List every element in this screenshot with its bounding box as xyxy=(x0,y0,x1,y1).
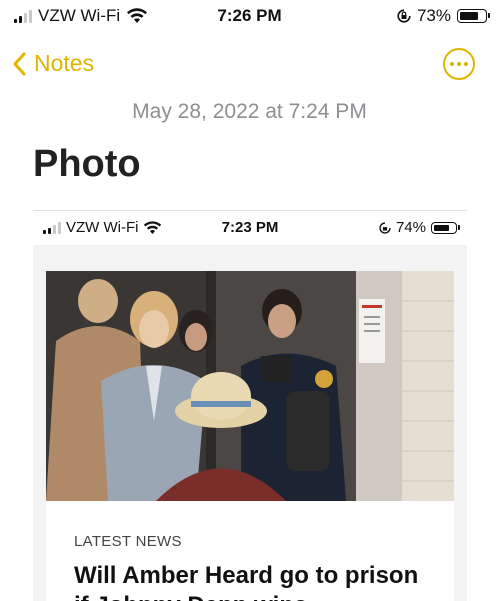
back-button[interactable]: Notes xyxy=(10,50,94,77)
news-photo xyxy=(46,271,454,501)
note-title[interactable]: Photo xyxy=(33,143,141,186)
photo-status-right: 74% xyxy=(379,219,460,236)
photo-battery-icon xyxy=(431,221,460,234)
news-article-card: LATEST NEWS Will Amber Heard go to priso… xyxy=(46,271,454,601)
orientation-lock-icon xyxy=(397,9,411,23)
note-date: May 28, 2022 at 7:24 PM xyxy=(132,100,367,123)
battery-icon xyxy=(457,9,490,23)
article-headline: Will Amber Heard go to prison if Johnny … xyxy=(74,562,419,601)
photo-battery-percent: 74% xyxy=(395,219,426,236)
status-bar: VZW Wi-Fi 7:26 PM 73% xyxy=(0,0,499,34)
ellipsis-icon xyxy=(450,62,454,66)
status-right: 73% xyxy=(397,6,490,26)
navigation-bar: Notes xyxy=(0,48,499,88)
more-options-button[interactable] xyxy=(443,48,475,80)
battery-percent: 73% xyxy=(416,6,451,25)
chevron-left-icon xyxy=(13,52,26,75)
article-kicker: LATEST NEWS xyxy=(74,533,182,550)
back-label: Notes xyxy=(34,50,95,76)
photo-status-bar: VZW Wi-Fi 7:23 PM 74% xyxy=(33,211,467,245)
photo-orientation-lock-icon xyxy=(379,221,391,234)
note-photo-attachment[interactable]: VZW Wi-Fi 7:23 PM 74% LATEST NEWS Will A… xyxy=(33,210,467,601)
